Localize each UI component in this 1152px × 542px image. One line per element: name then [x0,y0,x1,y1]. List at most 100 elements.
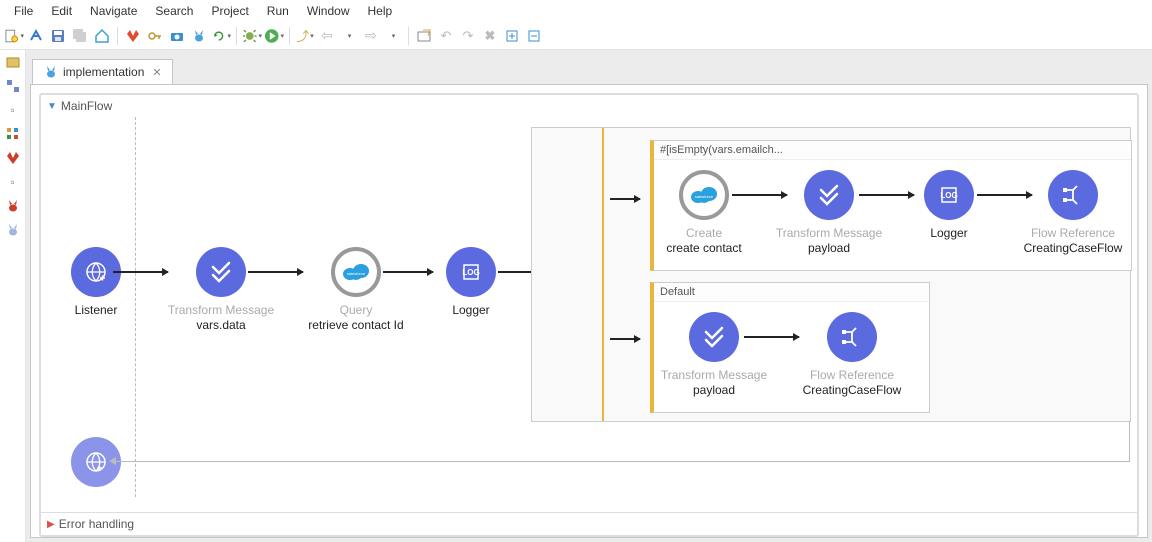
return-line [114,461,1130,462]
run-button[interactable] [264,26,284,46]
node-flowref-2[interactable]: Flow Reference CreatingCaseFlow [787,312,917,397]
logger-icon: LOG [937,183,961,207]
expand-icon[interactable]: ▶ [47,519,55,530]
node-name: payload [769,241,889,255]
tool-expand-icon[interactable] [502,26,522,46]
flow-name: MainFlow [61,99,112,113]
menu-run[interactable]: Run [259,2,297,20]
tool-step-icon[interactable]: ⤴ [295,26,315,46]
route-condition: #[isEmpty(vars.emailch... [654,141,1131,160]
menu-edit[interactable]: Edit [43,2,80,20]
choice-container[interactable]: #[isEmpty(vars.emailch... salesforce Cre… [531,127,1131,422]
arrow [610,198,640,200]
node-transform-varsdata[interactable]: Transform Message vars.data [161,247,281,332]
tool-camera-icon[interactable] [167,26,187,46]
flow-canvas[interactable]: ▼ MainFlow Listener [30,84,1148,538]
tool-collapse-icon[interactable] [524,26,544,46]
new-button[interactable] [4,26,24,46]
svg-text:salesforce: salesforce [347,271,366,276]
view-sidebar: ▫ ▫ [0,50,26,542]
node-label: Listener [46,303,146,317]
error-handling-header[interactable]: ▶ Error handling [41,512,1137,535]
menu-search[interactable]: Search [147,2,201,20]
tool-key-icon[interactable] [145,26,165,46]
menu-window[interactable]: Window [299,2,358,20]
flow-reference-icon [840,325,864,349]
rabbit-icon [43,64,59,80]
tool-redo-icon[interactable]: ↷ [458,26,478,46]
tool-undo-icon[interactable]: ↶ [436,26,456,46]
save-all-button[interactable] [70,26,90,46]
choice-route-default[interactable]: Default Transform Message payload [650,282,930,413]
side-rabbit-blue-icon[interactable] [5,222,21,238]
http-response-icon [84,450,108,474]
tool-openfile-icon[interactable] [414,26,434,46]
node-query[interactable]: salesforce Query retrieve contact Id [291,247,421,332]
save-button[interactable] [48,26,68,46]
node-label: Logger [421,303,521,317]
node-name: CreatingCaseFlow [1014,241,1132,255]
collapse-icon[interactable]: ▼ [47,101,57,112]
choice-route-when[interactable]: #[isEmpty(vars.emailch... salesforce Cre… [650,140,1132,271]
forward-drop[interactable] [383,26,403,46]
node-type: Flow Reference [787,368,917,382]
tab-implementation[interactable]: implementation ✕ [32,59,173,84]
toolbar-separator [236,27,237,45]
choice-bar [602,128,604,421]
tab-close-icon[interactable]: ✕ [152,66,161,79]
tool-anypoint-icon[interactable] [26,26,46,46]
back-drop[interactable] [339,26,359,46]
svg-text:LOG: LOG [940,191,957,200]
side-min2-icon[interactable]: ▫ [5,174,21,190]
node-type: Transform Message [654,368,774,382]
side-tasks-icon[interactable] [5,78,21,94]
node-type: Flow Reference [1014,226,1132,240]
node-create-contact[interactable]: salesforce Create create contact [654,170,754,255]
logger-icon: LOG [459,260,483,284]
menu-file[interactable]: File [6,2,41,20]
side-minimize-icon[interactable]: ▫ [5,102,21,118]
side-grid-icon[interactable] [5,126,21,142]
side-package-icon[interactable] [5,54,21,70]
tool-refresh-icon[interactable] [211,26,231,46]
route-condition: Default [654,283,929,302]
debug-button[interactable] [242,26,262,46]
choice-left-gutter [532,128,602,421]
transform-icon [817,183,841,207]
salesforce-icon: salesforce [689,185,719,205]
forward-button[interactable]: ⇨ [361,26,381,46]
node-listener[interactable]: Listener [46,247,146,317]
error-section-label: Error handling [59,517,134,531]
node-logger-route1[interactable]: LOG Logger [899,170,999,240]
tab-label: implementation [63,65,144,79]
flow-container[interactable]: ▼ MainFlow Listener [39,93,1139,537]
menu-project[interactable]: Project [203,2,256,20]
node-label: Logger [899,226,999,240]
svg-text:salesforce: salesforce [695,194,714,199]
menu-help[interactable]: Help [360,2,401,20]
transform-icon [702,325,726,349]
tool-house-icon[interactable] [92,26,112,46]
node-flowref-1[interactable]: Flow Reference CreatingCaseFlow [1014,170,1132,255]
arrow [113,271,168,273]
transform-icon [209,260,233,284]
toolbar: ⤴ ⇦ ⇨ ↶ ↷ ✖ [0,22,1152,50]
node-name: create contact [654,241,754,255]
node-response[interactable] [46,437,146,487]
node-type: Transform Message [769,226,889,240]
tool-rabbit-icon[interactable] [189,26,209,46]
return-arrowhead [109,457,116,465]
tool-gitlab-icon[interactable] [123,26,143,46]
node-transform-payload-1[interactable]: Transform Message payload [769,170,889,255]
tool-cancel-icon[interactable]: ✖ [480,26,500,46]
node-logger[interactable]: LOG Logger [421,247,521,317]
return-line [1129,421,1130,461]
node-transform-payload-2[interactable]: Transform Message payload [654,312,774,397]
menu-navigate[interactable]: Navigate [82,2,145,20]
flow-header[interactable]: ▼ MainFlow [41,95,1137,117]
node-type: Create [654,226,754,240]
side-rabbit-red-icon[interactable] [5,198,21,214]
back-button[interactable]: ⇦ [317,26,337,46]
svg-text:LOG: LOG [462,268,479,277]
side-git-icon[interactable] [5,150,21,166]
